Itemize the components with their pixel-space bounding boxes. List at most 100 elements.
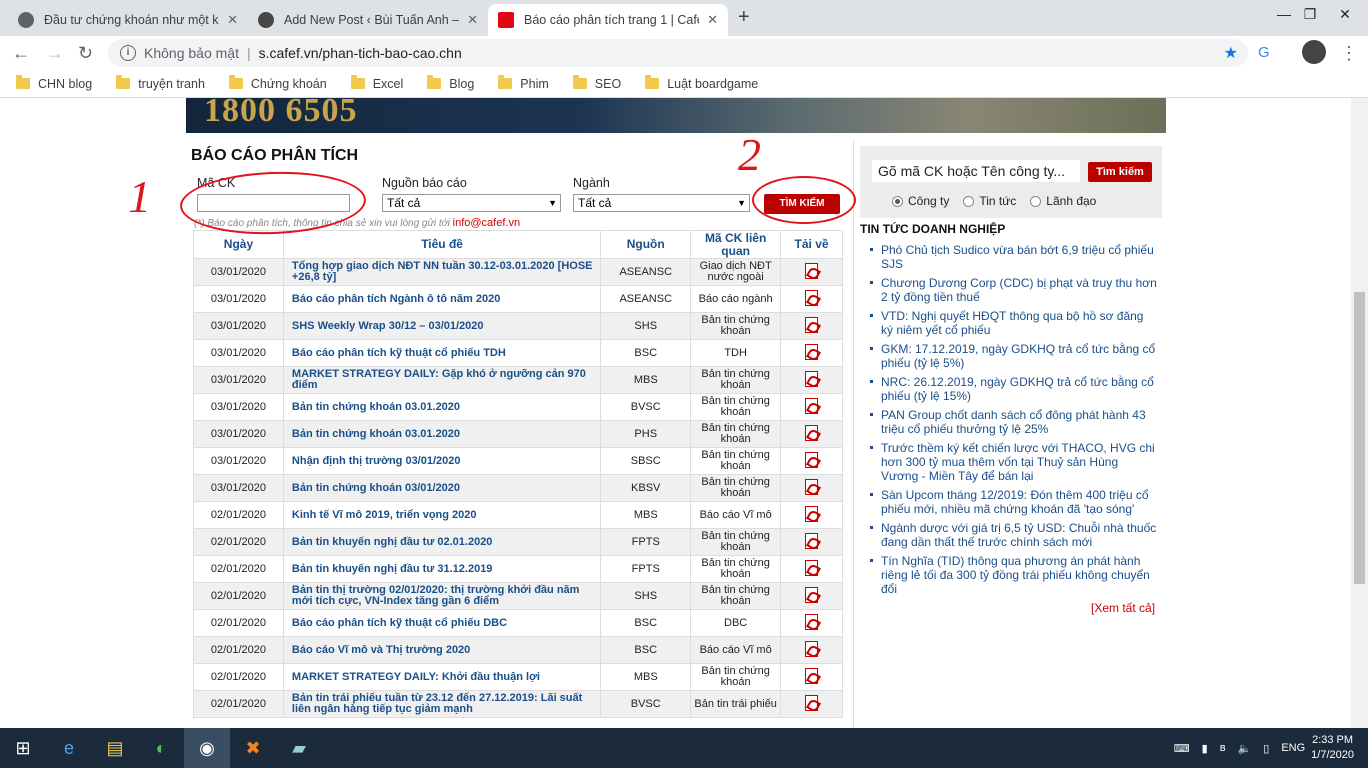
chrome-icon[interactable]: ◉ <box>184 728 230 768</box>
cell-download[interactable] <box>780 609 843 637</box>
pdf-icon[interactable] <box>805 424 819 441</box>
pdf-icon[interactable] <box>805 667 819 684</box>
cell-download[interactable] <box>780 555 843 583</box>
cell-title[interactable]: MARKET STRATEGY DAILY: Gặp khó ở ngưỡng … <box>282 366 602 394</box>
news-item[interactable]: Ngành dược với giá trị 6,5 tỷ USD: Chuỗi… <box>868 521 1158 549</box>
news-item[interactable]: NRC: 26.12.2019, ngày GDKHQ trả cổ tức b… <box>868 375 1158 403</box>
bookmark-item[interactable]: CHN blog <box>16 75 92 91</box>
news-item[interactable]: GKM: 17.12.2019, ngày GDKHQ trả cổ tức b… <box>868 342 1158 370</box>
pdf-icon[interactable] <box>805 478 819 495</box>
keyboard-icon[interactable]: ⌨ <box>1174 742 1190 755</box>
cell-download[interactable] <box>780 285 843 313</box>
bookmark-item[interactable]: Blog <box>427 75 474 91</box>
sidebar-search-button[interactable]: Tìm kiếm <box>1088 162 1152 182</box>
see-all-link[interactable]: [Xem tất cả] <box>1091 601 1155 615</box>
xampp-icon[interactable]: ✖ <box>230 728 276 768</box>
reload-icon[interactable]: ↻ <box>78 43 93 64</box>
cell-download[interactable] <box>780 393 843 421</box>
cell-title[interactable]: Nhận định thị trường 03/01/2020 <box>282 447 602 475</box>
notepad-icon[interactable]: ▰ <box>276 728 322 768</box>
clock[interactable]: 2:33 PM 1/7/2020 <box>1311 733 1354 763</box>
radio-lanh-dao[interactable]: Lãnh đạo <box>1030 194 1096 208</box>
cell-download[interactable] <box>780 258 843 286</box>
cell-download[interactable] <box>780 528 843 556</box>
cell-download[interactable] <box>780 582 843 610</box>
avatar[interactable] <box>1302 40 1326 64</box>
news-item[interactable]: Trước thềm ký kết chiến lược với THACO, … <box>868 441 1158 483</box>
ie-icon[interactable]: e <box>46 728 92 768</box>
company-search-input[interactable]: Gõ mã CK hoặc Tên công ty... <box>872 160 1080 182</box>
cell-download[interactable] <box>780 474 843 502</box>
scrollbar[interactable] <box>1351 98 1368 728</box>
cell-title[interactable]: Báo cáo phân tích kỹ thuật cổ phiếu TDH <box>282 339 602 367</box>
news-item[interactable]: VTD: Nghị quyết HĐQT thông qua bộ hồ sơ … <box>868 309 1158 337</box>
pdf-icon[interactable] <box>805 694 819 711</box>
bookmark-item[interactable]: Phim <box>498 75 549 91</box>
back-icon[interactable]: ← <box>12 43 30 64</box>
sector-select[interactable]: Tất cả ▼ <box>573 194 750 212</box>
cell-download[interactable] <box>780 420 843 448</box>
start-icon[interactable]: ⊞ <box>0 728 46 768</box>
cell-title[interactable]: Bản tin khuyến nghị đầu tư 31.12.2019 <box>282 555 602 583</box>
volume-icon[interactable]: 🔈 <box>1238 742 1252 755</box>
close-icon[interactable]: ✕ <box>707 12 718 28</box>
cell-download[interactable] <box>780 636 843 664</box>
cell-download[interactable] <box>780 366 843 394</box>
cell-title[interactable]: Bản tin trái phiếu tuần từ 23.12 đến 27.… <box>282 690 602 718</box>
cell-title[interactable]: Báo cáo phân tích kỹ thuật cổ phiếu DBC <box>282 609 602 637</box>
address-bar[interactable]: i Không bảo mật | s.cafef.vn/phan-tich-b… <box>108 39 1248 67</box>
tab-dau-tu[interactable]: Đầu tư chứng khoán như một kế ✕ <box>8 4 248 36</box>
scroll-thumb[interactable] <box>1354 292 1365 584</box>
news-item[interactable]: Tín Nghĩa (TID) thông qua phương án phát… <box>868 554 1158 596</box>
info-icon[interactable]: i <box>120 45 136 61</box>
news-item[interactable]: PAN Group chốt danh sách cổ đông phát hà… <box>868 408 1158 436</box>
url-text[interactable]: s.cafef.vn/phan-tich-bao-cao.chn <box>259 45 462 61</box>
pdf-icon[interactable] <box>805 532 819 549</box>
radio-tin-tuc[interactable]: Tin tức <box>963 194 1016 208</box>
bookmark-item[interactable]: Luật boardgame <box>645 75 758 91</box>
explorer-icon[interactable]: ▤ <box>92 728 138 768</box>
cell-title[interactable]: Bản tin thị trường 02/01/2020: thị trườn… <box>282 582 602 610</box>
news-item[interactable]: Sàn Upcom tháng 12/2019: Đón thêm 400 tr… <box>868 488 1158 516</box>
cell-title[interactable]: Kinh tế Vĩ mô 2019, triển vọng 2020 <box>282 501 602 529</box>
cell-download[interactable] <box>780 447 843 475</box>
pdf-icon[interactable] <box>805 316 819 333</box>
forward-icon[interactable]: → <box>46 43 64 64</box>
pdf-icon[interactable] <box>805 262 819 279</box>
cell-title[interactable]: Báo cáo phân tích Ngành ô tô năm 2020 <box>282 285 602 313</box>
pdf-icon[interactable] <box>805 505 819 522</box>
close-icon[interactable]: ✕ <box>227 12 238 28</box>
email-link[interactable]: info@cafef.vn <box>453 217 520 229</box>
bookmark-item[interactable]: Excel <box>350 75 403 91</box>
cell-download[interactable] <box>780 690 843 718</box>
news-item[interactable]: Phó Chủ tịch Sudico vừa bán bớt 6,9 triệ… <box>868 243 1158 271</box>
restore-icon[interactable]: ❐ <box>1296 0 1324 28</box>
news-item[interactable]: Chương Dương Corp (CDC) bị phạt và truy … <box>868 276 1158 304</box>
bluetooth-icon[interactable]: ʙ <box>1220 742 1226 754</box>
cell-title[interactable]: MARKET STRATEGY DAILY: Khởi đầu thuận lợ… <box>282 663 602 691</box>
window-close-icon[interactable]: ✕ <box>1322 0 1368 28</box>
language-indicator[interactable]: ENG <box>1281 742 1305 754</box>
pdf-icon[interactable] <box>805 586 819 603</box>
pdf-icon[interactable] <box>805 640 819 657</box>
radio-cong-ty[interactable]: Công ty <box>892 194 949 208</box>
minimize-icon[interactable]: — <box>1270 0 1298 28</box>
pdf-icon[interactable] <box>805 289 819 306</box>
cell-title[interactable]: SHS Weekly Wrap 30/12 – 03/01/2020 <box>282 312 602 340</box>
tab-add-new-post[interactable]: Add New Post ‹ Bùi Tuấn Anh — ✕ <box>248 4 488 36</box>
app-icon[interactable]: ◐ <box>138 728 184 768</box>
translate-icon[interactable]: G <box>1258 44 1270 61</box>
new-tab-button[interactable]: + <box>738 6 750 29</box>
network-icon[interactable]: ▮ <box>1202 742 1208 755</box>
close-icon[interactable]: ✕ <box>467 12 478 28</box>
pdf-icon[interactable] <box>805 559 819 576</box>
pdf-icon[interactable] <box>805 397 819 414</box>
source-select[interactable]: Tất cả ▼ <box>382 194 561 212</box>
cell-title[interactable]: Bản tin chứng khoán 03.01.2020 <box>282 420 602 448</box>
cell-title[interactable]: Tổng hợp giao dịch NĐT NN tuần 30.12-03.… <box>282 258 602 286</box>
cell-title[interactable]: Bản tin chứng khoán 03/01/2020 <box>282 474 602 502</box>
pdf-icon[interactable] <box>805 613 819 630</box>
pdf-icon[interactable] <box>805 451 819 468</box>
ad-banner[interactable]: 1800 6505 <box>186 98 1166 133</box>
cell-title[interactable]: Báo cáo Vĩ mô và Thị trường 2020 <box>282 636 602 664</box>
